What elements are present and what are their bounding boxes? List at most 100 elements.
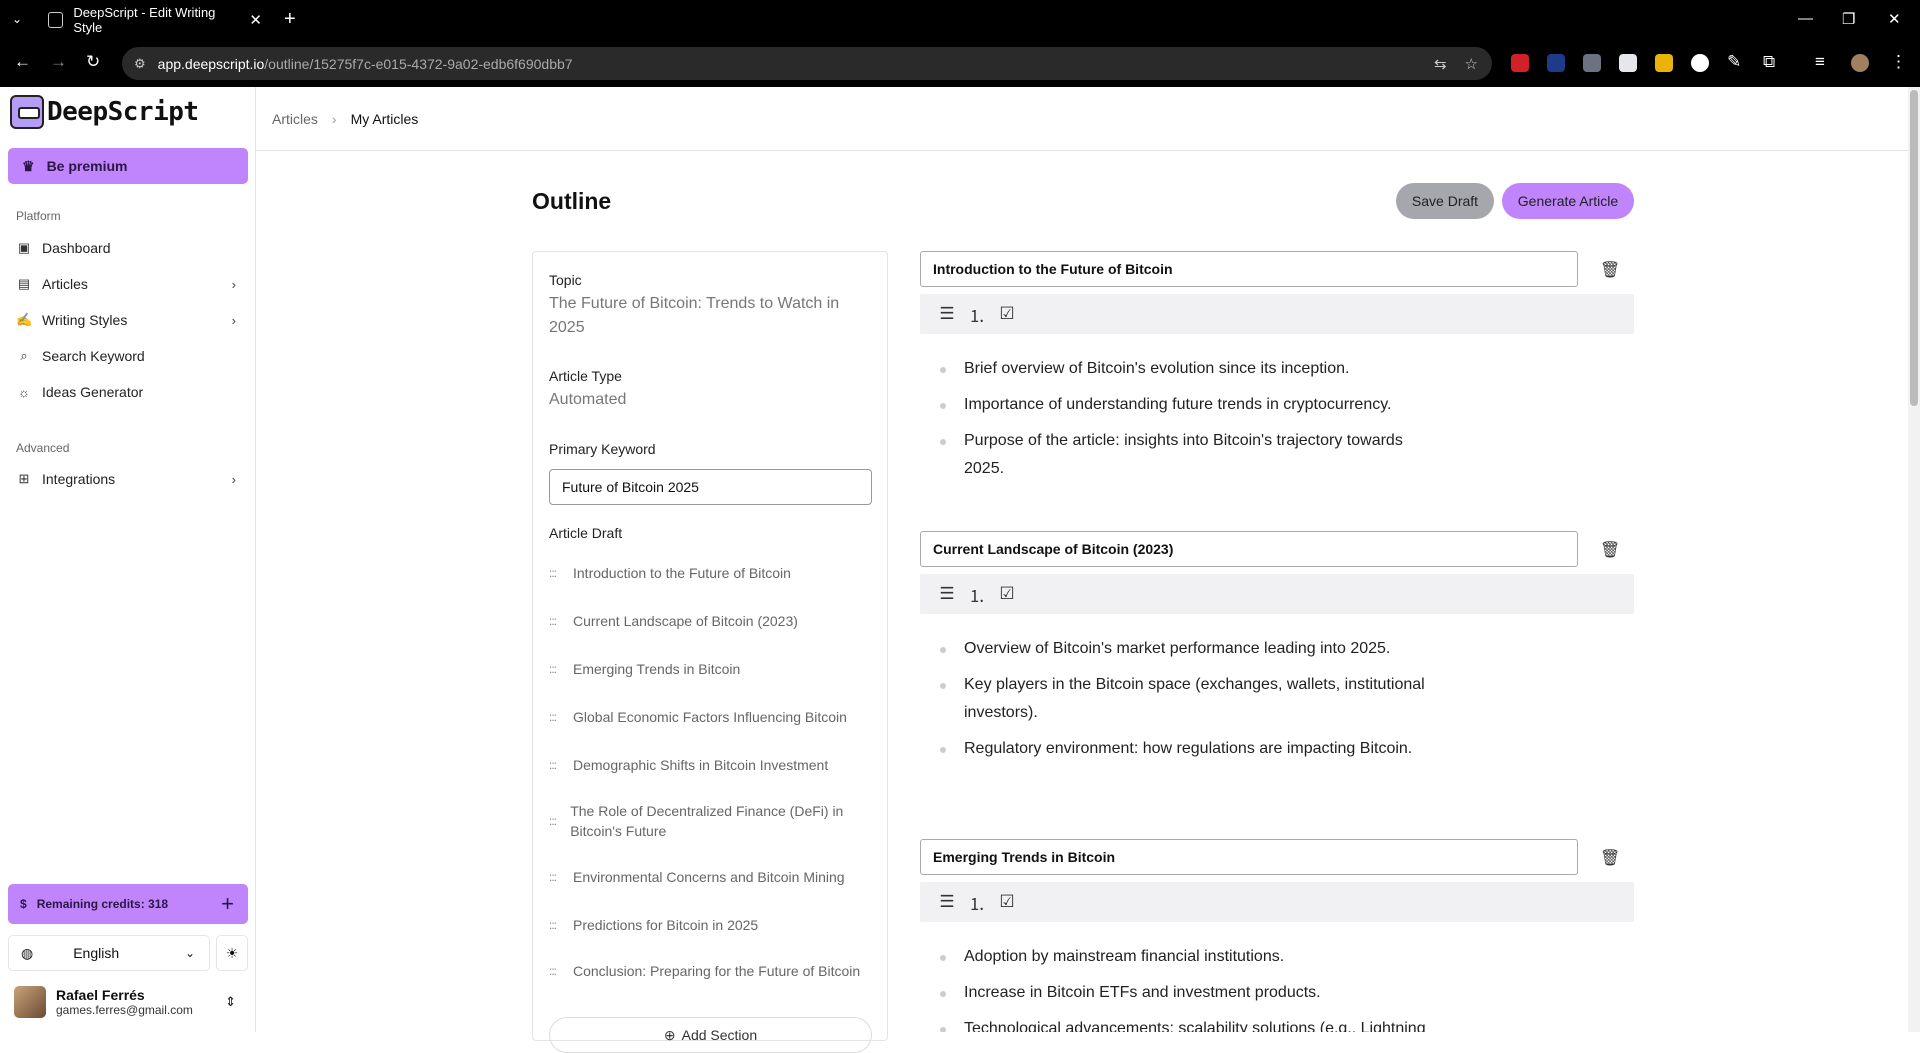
topic-label: Topic: [549, 272, 582, 288]
section-title-input[interactable]: [920, 531, 1578, 567]
avatar: [14, 986, 46, 1018]
media-controls-icon[interactable]: ≡: [1815, 52, 1825, 72]
robot-logo-icon: [10, 95, 44, 129]
extension-shield-icon[interactable]: [1511, 54, 1529, 72]
draft-item[interactable]: ::: Introduction to the Future of Bitcoi…: [549, 563, 869, 583]
sidebar-item-integrations[interactable]: ⊞ Integrations ›: [8, 463, 248, 495]
list-item[interactable]: Brief overview of Bitcoin's evolution si…: [920, 355, 1440, 383]
platform-section-label: Platform: [16, 209, 61, 223]
sidebar-item-ideas-generator[interactable]: ☼ Ideas Generator: [8, 376, 248, 408]
numbered-list-icon[interactable]: ⒈: [966, 302, 988, 327]
drag-handle-icon[interactable]: :::: [549, 961, 563, 981]
sidebar-item-search-keyword[interactable]: ⌕ Search Keyword: [8, 340, 248, 372]
drag-handle-icon[interactable]: :::: [549, 659, 563, 679]
draft-item[interactable]: ::: Current Landscape of Bitcoin (2023): [549, 611, 869, 631]
theme-toggle-button[interactable]: ☀: [216, 935, 248, 971]
list-item[interactable]: Overview of Bitcoin's market performance…: [920, 635, 1440, 663]
trash-icon[interactable]: 🗑: [1600, 540, 1620, 560]
breadcrumb-articles[interactable]: Articles: [272, 111, 318, 127]
draft-item[interactable]: ::: The Role of Decentralized Finance (D…: [549, 801, 869, 841]
draft-item[interactable]: ::: Environmental Concerns and Bitcoin M…: [549, 867, 869, 887]
bullet-list-icon[interactable]: ☰: [936, 304, 958, 324]
back-icon[interactable]: ←: [14, 52, 31, 72]
save-draft-button[interactable]: Save Draft: [1396, 183, 1494, 219]
checklist-icon[interactable]: ☑: [996, 892, 1018, 912]
primary-keyword-input[interactable]: [549, 469, 872, 505]
list-item[interactable]: Adoption by mainstream financial institu…: [920, 943, 1440, 971]
list-item[interactable]: Purpose of the article: insights into Bi…: [920, 427, 1440, 483]
extensions-puzzle-icon[interactable]: ⧉: [1763, 52, 1775, 72]
tab-search-icon[interactable]: ⌄: [12, 12, 22, 26]
add-credits-button[interactable]: +: [221, 891, 234, 917]
url-field[interactable]: ⚙ app.deepscript.io/outline/15275f7c-e01…: [122, 47, 1492, 80]
page-scrollbar-thumb[interactable]: [1910, 90, 1918, 406]
forward-icon[interactable]: →: [50, 52, 67, 72]
drag-handle-icon[interactable]: :::: [549, 611, 563, 631]
draft-item[interactable]: ::: Predictions for Bitcoin in 2025: [549, 915, 869, 935]
url-path: /outline/15275f7c-e015-4372-9a02-edb6f69…: [264, 55, 573, 72]
tab-close-icon[interactable]: ✕: [249, 11, 262, 29]
drag-handle-icon[interactable]: :::: [549, 707, 563, 727]
minimize-icon[interactable]: —: [1798, 10, 1813, 27]
list-item[interactable]: Increase in Bitcoin ETFs and investment …: [920, 979, 1440, 1007]
checklist-icon[interactable]: ☑: [996, 584, 1018, 604]
section-toolbar: ☰ ⒈ ☑: [920, 882, 1634, 922]
drag-handle-icon[interactable]: :::: [549, 811, 560, 831]
list-item[interactable]: Key players in the Bitcoin space (exchan…: [920, 671, 1440, 727]
topic-value: The Future of Bitcoin: Trends to Watch i…: [549, 295, 840, 336]
drag-handle-icon[interactable]: :::: [549, 867, 563, 887]
numbered-list-icon[interactable]: ⒈: [966, 890, 988, 915]
site-info-icon[interactable]: ⚙: [134, 56, 146, 72]
breadcrumb-my-articles[interactable]: My Articles: [351, 111, 419, 127]
window-close-icon[interactable]: ✕: [1888, 10, 1901, 28]
drag-handle-icon[interactable]: :::: [549, 755, 563, 775]
extension-react-icon[interactable]: [1547, 54, 1565, 72]
translate-icon[interactable]: ⇆: [1434, 55, 1447, 73]
drag-handle-icon[interactable]: :::: [549, 915, 563, 935]
reload-icon[interactable]: ↻: [86, 52, 100, 72]
trash-icon[interactable]: 🗑: [1600, 260, 1620, 280]
profile-avatar-icon[interactable]: [1851, 54, 1869, 72]
add-section-button[interactable]: ⊕ Add Section: [549, 1017, 872, 1053]
draft-item-label: Current Landscape of Bitcoin (2023): [573, 613, 798, 629]
chevron-right-icon: ›: [331, 111, 337, 127]
restore-icon[interactable]: ❐: [1842, 10, 1855, 28]
checklist-icon[interactable]: ☑: [996, 304, 1018, 324]
extension-code-icon[interactable]: [1583, 54, 1601, 72]
user-name: Rafael Ferrés: [56, 987, 145, 1003]
bullet-list-icon[interactable]: ☰: [936, 892, 958, 912]
search-icon: ⌕: [20, 348, 28, 363]
draft-item[interactable]: ::: Emerging Trends in Bitcoin: [549, 659, 869, 679]
browser-tab-active[interactable]: DeepScript - Edit Writing Style ✕: [40, 0, 272, 40]
sidebar-item-articles[interactable]: ▤ Articles ›: [8, 268, 248, 300]
draft-item[interactable]: ::: Demographic Shifts in Bitcoin Invest…: [549, 755, 869, 775]
app-logo[interactable]: DeepScript: [10, 95, 199, 129]
generate-article-button[interactable]: Generate Article: [1502, 183, 1634, 219]
top-header: Articles › My Articles: [256, 87, 1920, 151]
section-title-input[interactable]: [920, 251, 1578, 287]
draft-item[interactable]: ::: Conclusion: Preparing for the Future…: [549, 961, 869, 981]
list-item[interactable]: Technological advancements: scalability …: [920, 1015, 1440, 1032]
dollar-coin-icon: $: [20, 897, 27, 911]
sidebar-item-writing-styles[interactable]: ✍ Writing Styles ›: [8, 304, 248, 336]
extension-js-icon[interactable]: [1655, 54, 1673, 72]
browser-menu-icon[interactable]: ⋮: [1890, 52, 1907, 72]
trash-icon[interactable]: 🗑: [1600, 848, 1620, 868]
extension-g-icon[interactable]: [1619, 54, 1637, 72]
bullet-list-icon[interactable]: ☰: [936, 584, 958, 604]
new-tab-button[interactable]: +: [284, 8, 296, 31]
sidebar-item-dashboard[interactable]: ▣ Dashboard: [8, 232, 248, 264]
be-premium-button[interactable]: ♛ Be premium: [8, 148, 248, 184]
eyedropper-icon[interactable]: ✎: [1727, 52, 1741, 72]
extension-circle-icon[interactable]: [1691, 54, 1709, 72]
bookmark-star-icon[interactable]: ☆: [1465, 55, 1478, 73]
section-title-input[interactable]: [920, 839, 1578, 875]
section-toolbar: ☰ ⒈ ☑: [920, 574, 1634, 614]
list-item[interactable]: Importance of understanding future trend…: [920, 391, 1440, 419]
draft-item[interactable]: ::: Global Economic Factors Influencing …: [549, 707, 869, 727]
numbered-list-icon[interactable]: ⒈: [966, 582, 988, 607]
language-select[interactable]: ◍ English ⌄: [8, 935, 210, 971]
list-item[interactable]: Regulatory environment: how regulations …: [920, 735, 1440, 763]
user-menu[interactable]: Rafael Ferrés games.ferres@gmail.com ⇕: [8, 980, 248, 1024]
drag-handle-icon[interactable]: :::: [549, 563, 563, 583]
